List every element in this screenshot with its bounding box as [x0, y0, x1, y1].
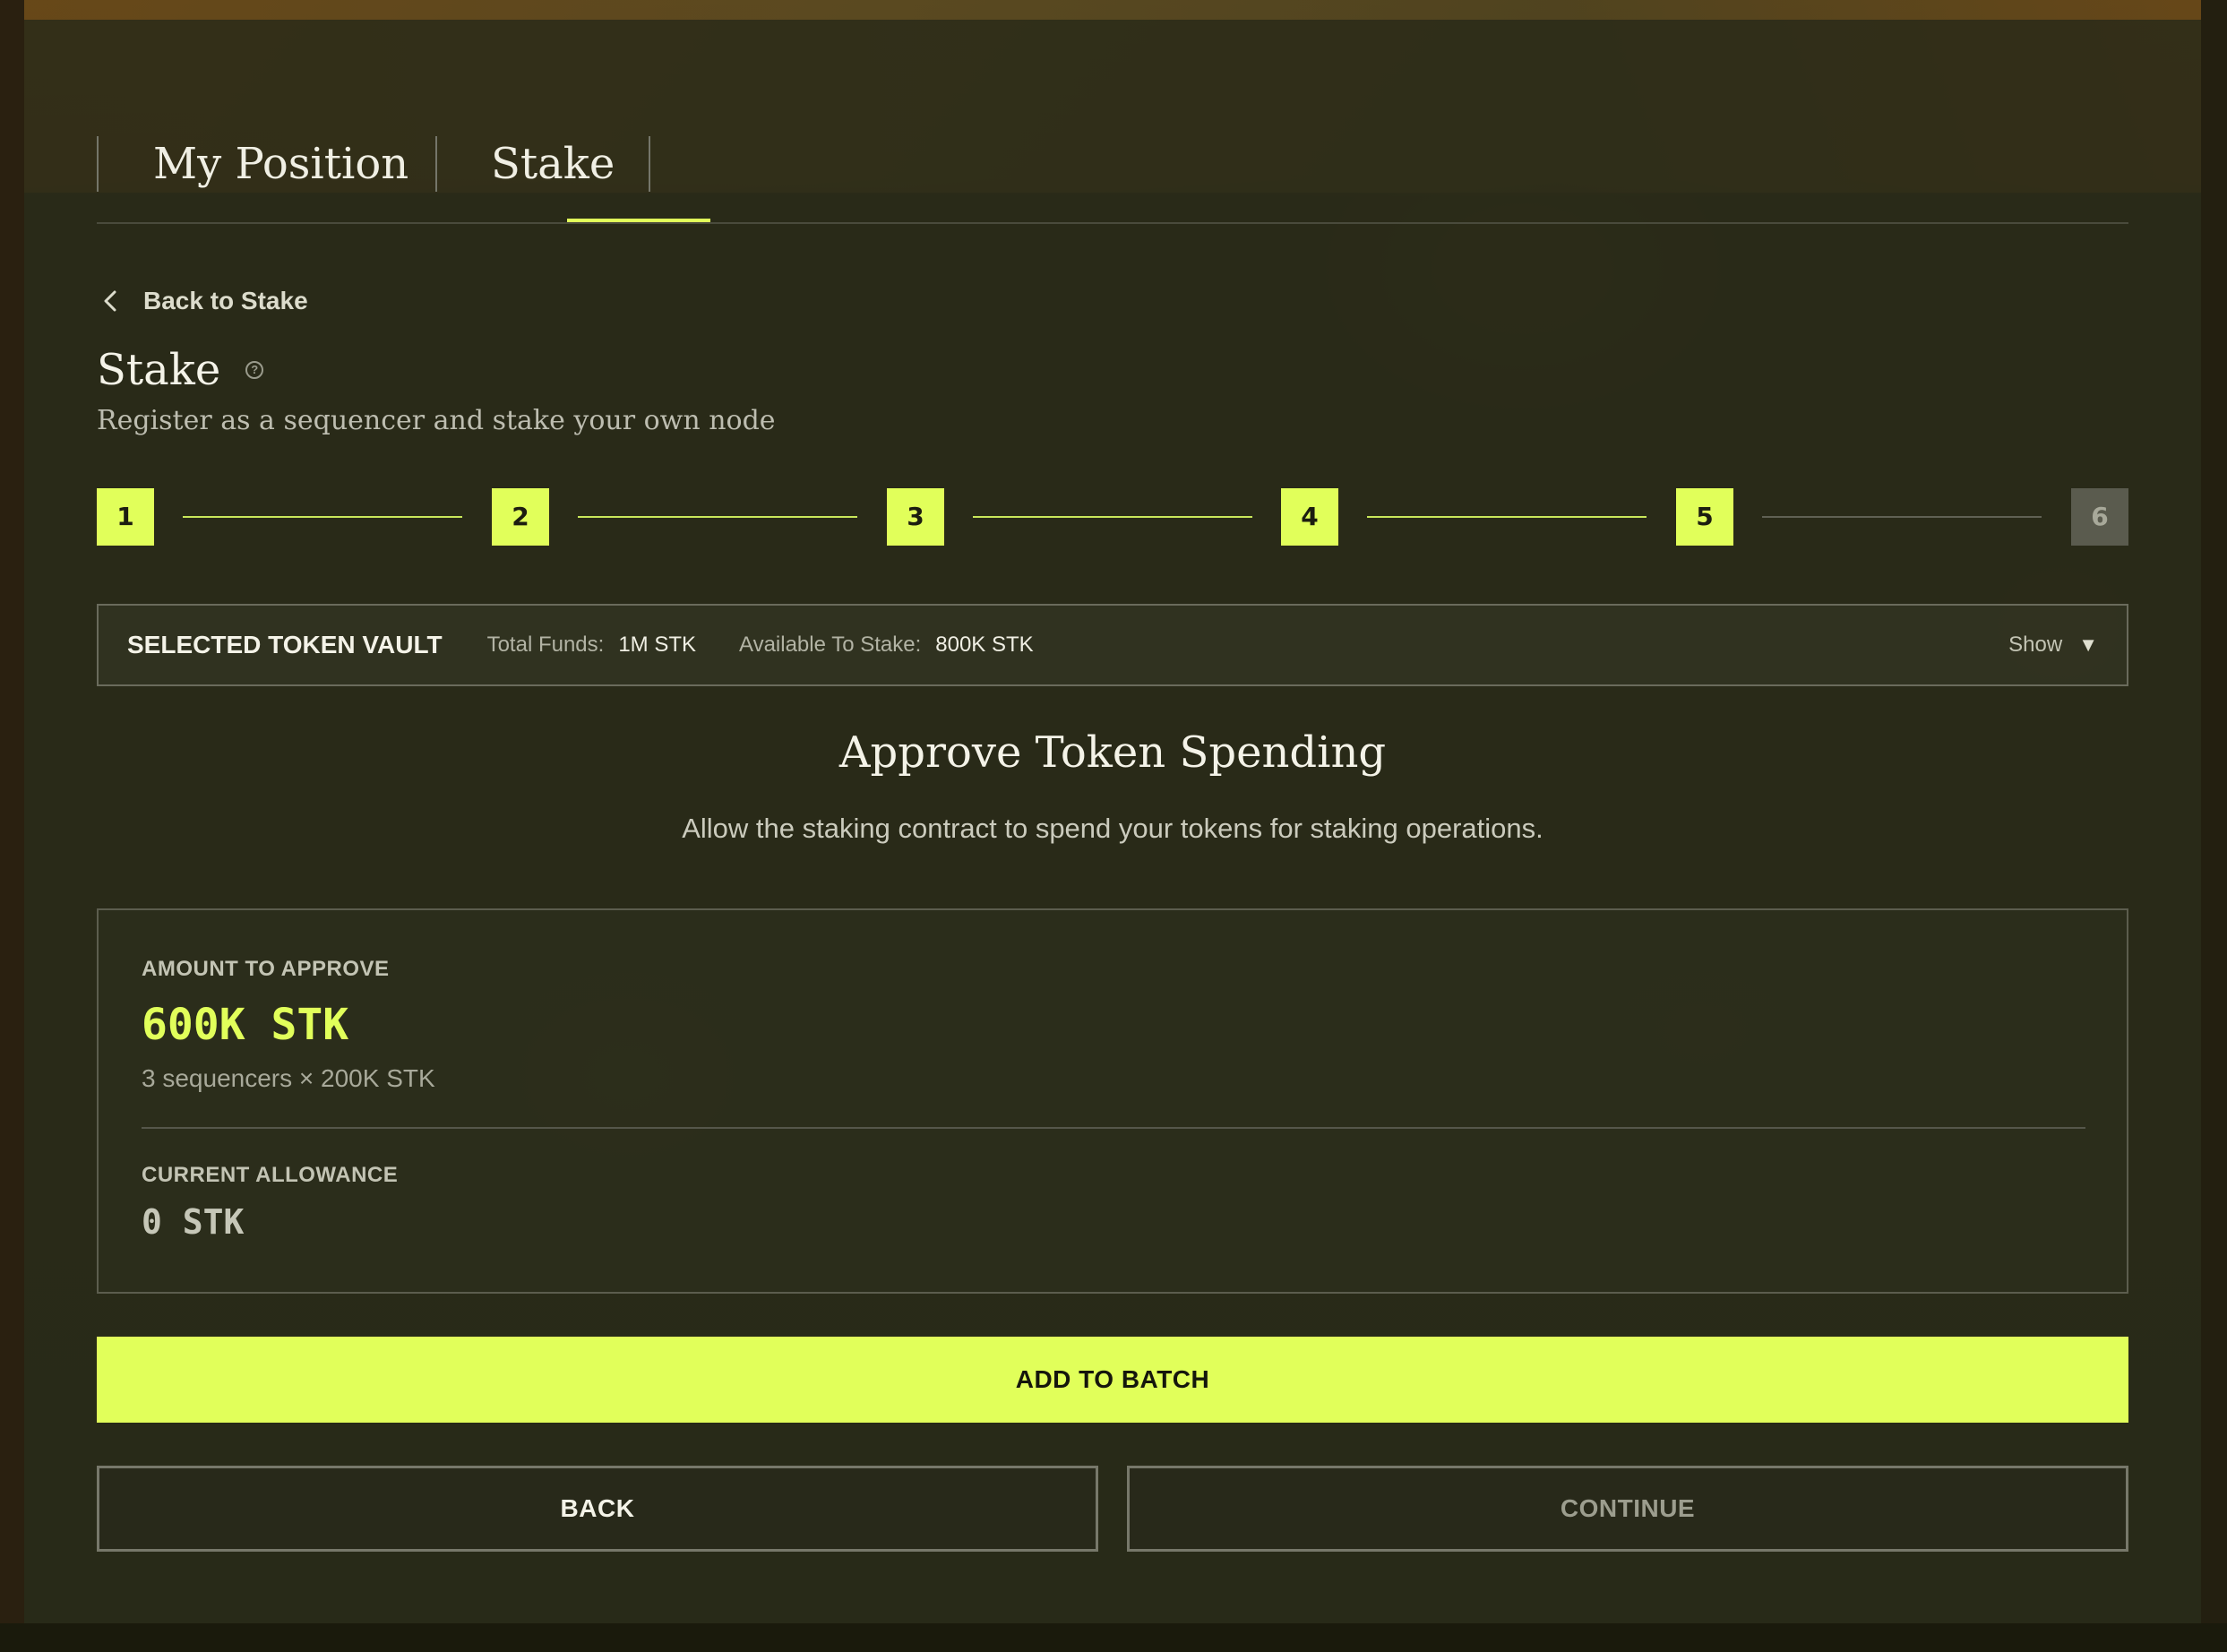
- continue-button[interactable]: CONTINUE: [1127, 1466, 2128, 1552]
- available-to-stake-value: 800K STK: [935, 632, 1034, 657]
- back-to-stake-label: Back to Stake: [143, 287, 308, 314]
- triangle-down-icon: ▼: [2078, 633, 2098, 656]
- amount-to-approve-value: 600K STK: [142, 1000, 349, 1050]
- page-title: Stake: [97, 345, 221, 395]
- step-1[interactable]: 1: [97, 488, 154, 546]
- tab-my-position[interactable]: My Position: [153, 136, 408, 192]
- step-6: 6: [2071, 488, 2128, 546]
- vault-show-toggle[interactable]: Show ▼: [2008, 632, 2098, 658]
- step-2[interactable]: 2: [492, 488, 549, 546]
- step-connector: [973, 516, 1252, 518]
- step-connector: [1762, 516, 2042, 518]
- step-4[interactable]: 4: [1281, 488, 1338, 546]
- page-subtitle: Register as a sequencer and stake your o…: [97, 405, 776, 436]
- frame-right: [2201, 0, 2227, 1652]
- card-divider: [142, 1127, 2085, 1129]
- step-5[interactable]: 5: [1676, 488, 1733, 546]
- tab-divider: [649, 136, 650, 192]
- step-3[interactable]: 3: [887, 488, 944, 546]
- tab-bar-divider: [97, 222, 2128, 224]
- step-connector: [1367, 516, 1647, 518]
- available-to-stake-label: Available To Stake:: [739, 632, 922, 657]
- approval-details-card: AMOUNT TO APPROVE 600K STK 3 sequencers …: [97, 908, 2128, 1294]
- progress-stepper: 1 2 3 4 5 6: [97, 488, 2128, 546]
- chevron-left-icon: [104, 290, 116, 312]
- question-circle-icon[interactable]: ?: [245, 361, 264, 379]
- selected-token-vault-bar: SELECTED TOKEN VAULT Total Funds: 1M STK…: [97, 604, 2128, 686]
- step-connector: [183, 516, 462, 518]
- amount-to-approve-label: AMOUNT TO APPROVE: [142, 957, 390, 981]
- approve-section-description: Allow the staking contract to spend your…: [682, 813, 1543, 844]
- approve-section-title: Approve Token Spending: [838, 727, 1387, 778]
- current-allowance-value: 0 STK: [142, 1202, 245, 1242]
- frame-bottom: [0, 1623, 2227, 1652]
- vault-title: SELECTED TOKEN VAULT: [127, 631, 443, 658]
- total-funds-value: 1M STK: [618, 632, 696, 657]
- add-to-batch-button[interactable]: ADD TO BATCH: [97, 1337, 2128, 1423]
- tab-divider: [435, 136, 437, 192]
- page-header: Stake ?: [97, 345, 264, 395]
- tab-bar: My Position Stake: [97, 136, 2128, 222]
- amount-breakdown: 3 sequencers × 200K STK: [142, 1064, 435, 1092]
- back-button[interactable]: BACK: [97, 1466, 1098, 1552]
- vault-show-label: Show: [2008, 632, 2063, 657]
- frame-left: [0, 0, 24, 1652]
- total-funds-label: Total Funds:: [486, 632, 605, 657]
- tab-divider: [97, 136, 99, 192]
- current-allowance-label: CURRENT ALLOWANCE: [142, 1163, 399, 1187]
- back-to-stake-link[interactable]: Back to Stake: [97, 283, 308, 319]
- tab-stake[interactable]: Stake: [491, 136, 615, 192]
- step-connector: [578, 516, 857, 518]
